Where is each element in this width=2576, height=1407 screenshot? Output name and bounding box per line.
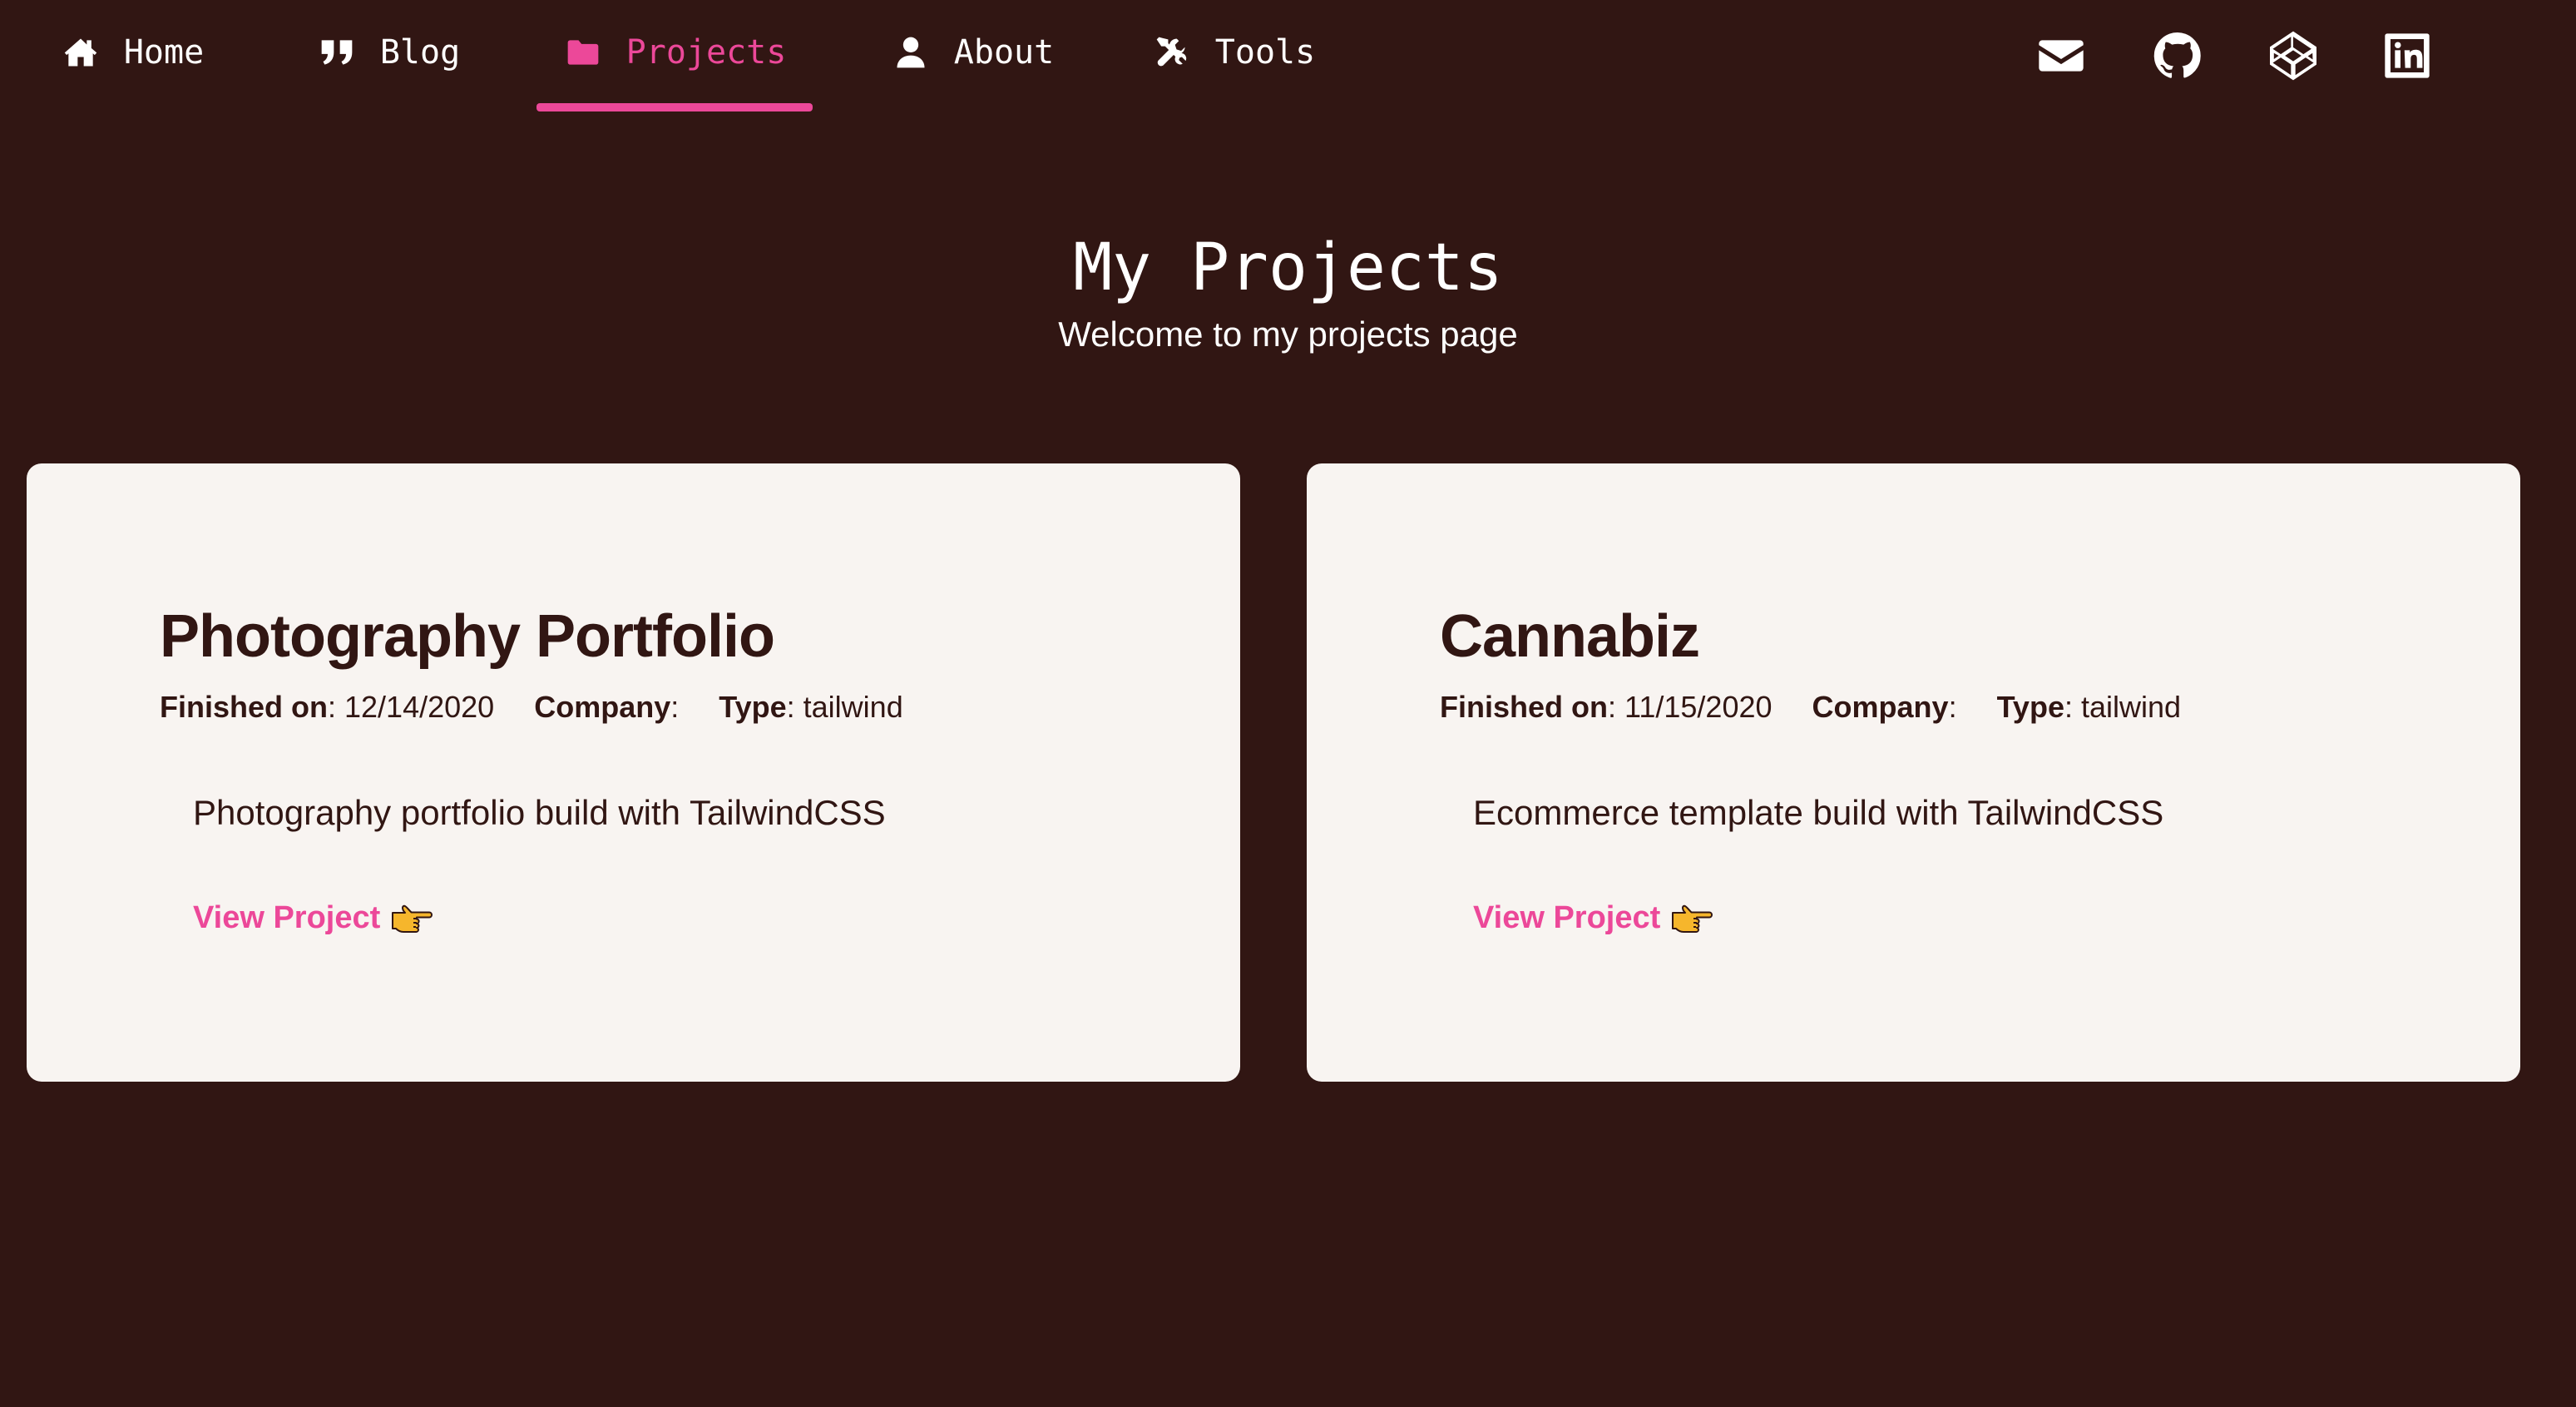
project-title: Cannabiz — [1440, 603, 1700, 670]
finished-field: Finished on: 11/15/2020 — [1440, 690, 1773, 724]
user-icon — [891, 32, 931, 72]
type-label: Type — [719, 690, 787, 724]
project-card: Cannabiz Finished on: 11/15/2020 Company… — [1307, 463, 2520, 1082]
tools-icon — [1152, 32, 1192, 72]
project-meta: Finished on: 11/15/2020 Company: Type: t… — [1440, 686, 2213, 728]
view-project-link[interactable]: View Project — [193, 896, 433, 939]
type-label: Type — [1996, 690, 2064, 724]
view-project-label: View Project — [193, 900, 381, 935]
nav-label-about: About — [953, 33, 1055, 72]
project-description: Photography portfolio build with Tailwin… — [193, 793, 886, 832]
pointing-hand-icon — [390, 901, 433, 934]
view-project-label: View Project — [1473, 900, 1661, 935]
linkedin-link[interactable] — [2380, 28, 2435, 83]
company-field: Company: — [534, 690, 680, 724]
pointing-hand-icon — [1670, 901, 1713, 934]
nav-label-blog: Blog — [379, 33, 461, 72]
email-link[interactable] — [2034, 28, 2089, 83]
company-field: Company: — [1812, 690, 1957, 724]
type-value: tailwind — [803, 690, 903, 724]
project-card: Photography Portfolio Finished on: 12/14… — [27, 463, 1240, 1082]
type-value: tailwind — [2080, 690, 2182, 724]
finished-value: 11/15/2020 — [1624, 690, 1773, 724]
nav-item-about[interactable]: About — [873, 0, 1071, 111]
nav-label-home: Home — [123, 33, 205, 72]
project-description: Ecommerce template build with TailwindCS… — [1473, 793, 2164, 832]
nav-item-home[interactable]: Home — [37, 0, 228, 111]
company-label: Company — [534, 690, 671, 724]
type-field: Type: tailwind — [719, 690, 903, 724]
finished-label: Finished on — [160, 690, 328, 724]
nav-item-tools[interactable]: Tools — [1138, 0, 1329, 111]
project-meta: Finished on: 12/14/2020 Company: Type: t… — [160, 686, 935, 728]
github-link[interactable] — [2150, 28, 2205, 83]
project-title: Photography Portfolio — [160, 603, 775, 670]
page-subtitle: Welcome to my projects page — [1058, 315, 1518, 354]
nav-label-projects: Projects — [625, 33, 787, 72]
finished-field: Finished on: 12/14/2020 — [160, 690, 495, 724]
page-title: My Projects — [1073, 230, 1503, 305]
nav-item-projects[interactable]: Projects — [536, 0, 813, 111]
codepen-icon — [2267, 29, 2320, 82]
linkedin-icon — [2381, 29, 2434, 82]
nav-item-blog[interactable]: Blog — [301, 0, 476, 111]
quote-icon — [317, 32, 357, 72]
view-project-link[interactable]: View Project — [1473, 896, 1713, 939]
nav-label-tools: Tools — [1214, 33, 1316, 72]
email-icon — [2035, 29, 2088, 82]
finished-label: Finished on — [1440, 690, 1608, 724]
codepen-link[interactable] — [2266, 28, 2321, 83]
home-icon — [61, 32, 101, 72]
main-nav: Home Blog Projects About Tools — [0, 0, 2576, 116]
finished-value: 12/14/2020 — [344, 690, 495, 724]
company-label: Company — [1812, 690, 1949, 724]
type-field: Type: tailwind — [1996, 690, 2182, 724]
folder-icon — [563, 32, 603, 72]
github-icon — [2151, 29, 2204, 82]
